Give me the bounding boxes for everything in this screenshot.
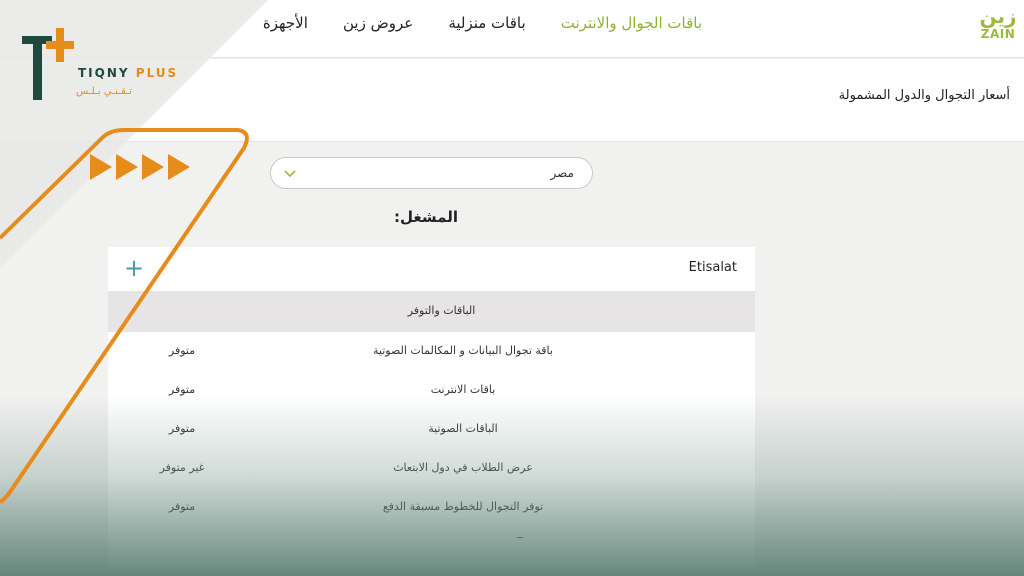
plan-availability: متوفر	[168, 383, 196, 396]
plan-name: الباقات الصوتية	[428, 422, 498, 435]
watermark-arabic-name: تـقـنـي بـلـس	[76, 86, 132, 97]
operator-name: Etisalat	[688, 260, 737, 275]
page-title: أسعار التجوال والدول المشمولة	[838, 88, 1010, 103]
country-select-value: مصر	[550, 166, 574, 180]
watermark-brand-name: TIQNY PLUS	[78, 66, 179, 80]
plans-header-label: الباقات والتوفر	[407, 304, 476, 317]
nav-item-home-packages[interactable]: باقات منزلية	[448, 12, 525, 34]
plan-availability: متوفر	[168, 422, 196, 435]
arrows-icon	[90, 154, 190, 180]
plan-name: عرض الطلاب في دول الابتعاث	[393, 461, 533, 474]
operator-accordion-toggle[interactable]: Etisalat +	[108, 247, 755, 291]
table-row: الباقات الصوتية متوفر	[108, 410, 755, 449]
nav-item-devices[interactable]: الأجهزة	[258, 12, 308, 34]
plan-availability: غير متوفر	[159, 461, 205, 474]
table-row: باقة تجوال البيانات و المكالمات الصوتية …	[108, 332, 755, 371]
scroll-hint	[517, 537, 523, 538]
country-select[interactable]: مصر	[270, 157, 593, 189]
plans-table-header: الباقات والتوفر	[108, 291, 755, 332]
table-row: عرض الطلاب في دول الابتعاث غير متوفر	[108, 449, 755, 488]
plan-availability: متوفر	[168, 344, 196, 357]
plus-icon[interactable]: +	[124, 256, 144, 280]
plan-name: باقة تجوال البيانات و المكالمات الصوتية	[373, 344, 553, 357]
plan-name: باقات الانترنت	[430, 383, 496, 396]
plan-name: توفر التجوال للخطوط مسبقة الدفع	[382, 500, 544, 513]
tiqny-plus-logo-icon	[22, 28, 74, 100]
operator-panel: Etisalat + الباقات والتوفر باقة تجوال ال…	[108, 247, 755, 567]
operator-heading: المشغل:	[394, 208, 458, 226]
table-row: توفر التجوال للخطوط مسبقة الدفع متوفر	[108, 488, 755, 527]
table-row: باقات الانترنت متوفر	[108, 371, 755, 410]
zain-logo-arabic: زين	[979, 4, 1017, 28]
nav-item-mobile-internet[interactable]: باقات الجوال والانترنت	[561, 12, 702, 34]
nav-item-zain-offers[interactable]: عروض زين	[343, 12, 413, 34]
zain-logo-latin: ZAIN	[980, 27, 1016, 41]
chevron-down-icon	[284, 170, 296, 178]
zain-logo[interactable]: زين ZAIN	[978, 5, 1018, 41]
watermark-logo: TIQNY PLUS تـقـنـي بـلـس	[22, 24, 202, 104]
main-menu: باقات الجوال والانترنت باقات منزلية عروض…	[258, 12, 702, 34]
plan-availability: متوفر	[168, 500, 196, 513]
